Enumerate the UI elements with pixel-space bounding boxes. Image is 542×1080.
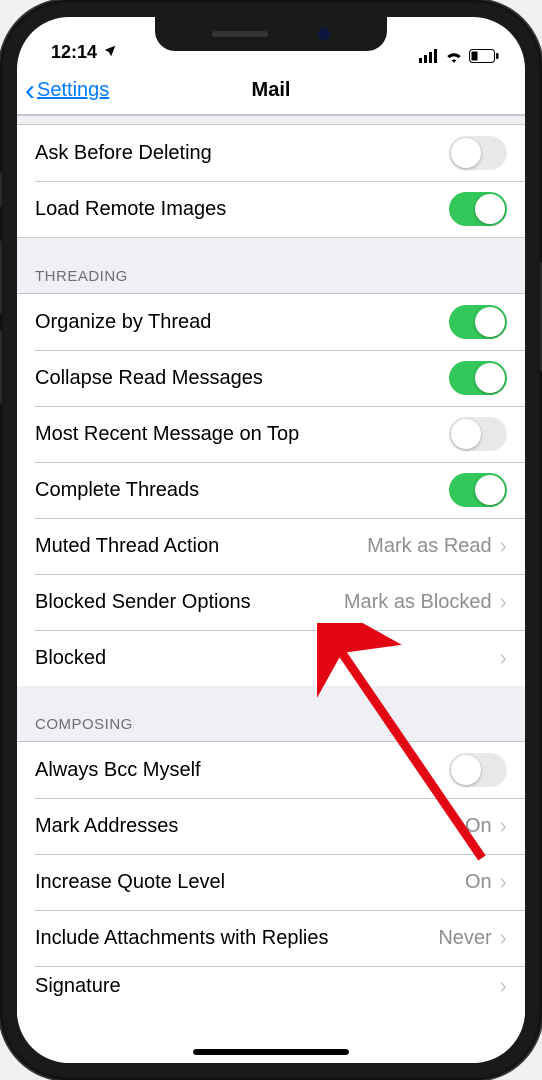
location-icon <box>103 42 117 63</box>
load-remote-images-switch[interactable] <box>449 192 507 226</box>
row-signature[interactable]: Signature › <box>17 966 525 1006</box>
always-bcc-myself-label: Always Bcc Myself <box>35 759 449 782</box>
row-collapse-read-messages[interactable]: Collapse Read Messages <box>17 350 525 406</box>
row-always-bcc-myself[interactable]: Always Bcc Myself <box>17 742 525 798</box>
mark-addresses-value: On <box>465 815 492 838</box>
chevron-left-icon: ‹ <box>25 76 35 106</box>
chevron-right-icon: › <box>500 645 507 671</box>
include-attachments-label: Include Attachments with Replies <box>35 927 438 950</box>
chevron-right-icon: › <box>500 973 507 999</box>
row-most-recent-on-top[interactable]: Most Recent Message on Top <box>17 406 525 462</box>
settings-list[interactable]: Ask Before Deleting Load Remote Images T… <box>17 115 525 1063</box>
always-bcc-myself-switch[interactable] <box>449 753 507 787</box>
organize-by-thread-label: Organize by Thread <box>35 311 449 334</box>
row-blocked-sender-options[interactable]: Blocked Sender Options Mark as Blocked › <box>17 574 525 630</box>
muted-thread-action-label: Muted Thread Action <box>35 535 367 558</box>
row-muted-thread-action[interactable]: Muted Thread Action Mark as Read › <box>17 518 525 574</box>
collapse-read-messages-switch[interactable] <box>449 361 507 395</box>
chevron-right-icon: › <box>500 925 507 951</box>
blocked-sender-options-label: Blocked Sender Options <box>35 591 344 614</box>
chevron-right-icon: › <box>500 813 507 839</box>
row-organize-by-thread[interactable]: Organize by Thread <box>17 294 525 350</box>
ask-before-deleting-label: Ask Before Deleting <box>35 142 449 165</box>
chevron-right-icon: › <box>500 589 507 615</box>
increase-quote-level-label: Increase Quote Level <box>35 871 465 894</box>
nav-bar: ‹ Settings Mail <box>17 67 525 115</box>
cellular-signal-icon <box>419 49 439 63</box>
include-attachments-value: Never <box>438 927 491 950</box>
mark-addresses-label: Mark Addresses <box>35 815 465 838</box>
complete-threads-label: Complete Threads <box>35 479 449 502</box>
row-mark-addresses[interactable]: Mark Addresses On › <box>17 798 525 854</box>
row-increase-quote-level[interactable]: Increase Quote Level On › <box>17 854 525 910</box>
increase-quote-level-value: On <box>465 871 492 894</box>
most-recent-on-top-label: Most Recent Message on Top <box>35 423 449 446</box>
status-time: 12:14 <box>51 42 97 63</box>
signature-label: Signature <box>35 975 500 998</box>
back-label: Settings <box>37 79 109 102</box>
group-header-composing: COMPOSING <box>17 686 525 742</box>
row-include-attachments[interactable]: Include Attachments with Replies Never › <box>17 910 525 966</box>
row-load-remote-images[interactable]: Load Remote Images <box>17 181 525 237</box>
ask-before-deleting-switch[interactable] <box>449 136 507 170</box>
chevron-right-icon: › <box>500 869 507 895</box>
complete-threads-switch[interactable] <box>449 473 507 507</box>
wifi-icon <box>445 49 463 63</box>
group-header-threading: THREADING <box>17 237 525 294</box>
muted-thread-action-value: Mark as Read <box>367 535 492 558</box>
collapse-read-messages-label: Collapse Read Messages <box>35 367 449 390</box>
blocked-sender-options-value: Mark as Blocked <box>344 591 492 614</box>
load-remote-images-label: Load Remote Images <box>35 198 449 221</box>
row-ask-before-deleting[interactable]: Ask Before Deleting <box>17 125 525 181</box>
row-complete-threads[interactable]: Complete Threads <box>17 462 525 518</box>
back-button[interactable]: ‹ Settings <box>25 76 109 106</box>
battery-icon <box>469 49 499 63</box>
home-indicator[interactable] <box>193 1049 349 1055</box>
chevron-right-icon: › <box>500 533 507 559</box>
organize-by-thread-switch[interactable] <box>449 305 507 339</box>
row-blocked[interactable]: Blocked › <box>17 630 525 686</box>
most-recent-on-top-switch[interactable] <box>449 417 507 451</box>
blocked-label: Blocked <box>35 647 500 670</box>
page-title: Mail <box>252 79 291 102</box>
